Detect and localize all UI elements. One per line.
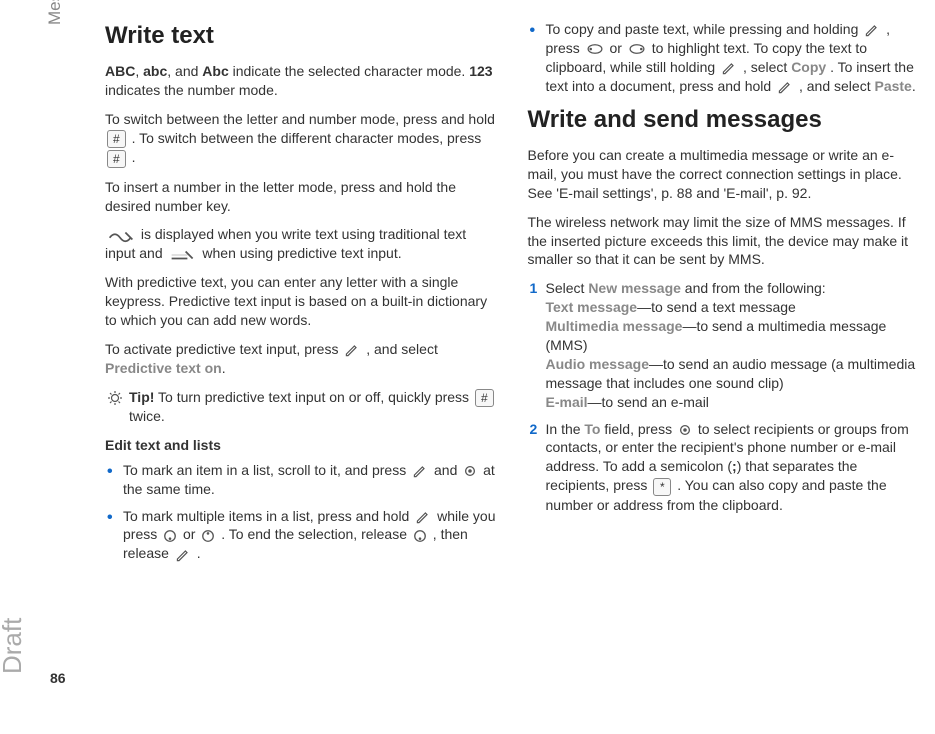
- list-item: To mark an item in a list, scroll to it,…: [105, 461, 498, 499]
- scroll-right-icon: [628, 43, 646, 55]
- star-key-icon: *: [653, 478, 671, 496]
- label-abc-title: Abc: [202, 63, 228, 79]
- para-predictive-desc: With predictive text, you can enter any …: [105, 273, 498, 330]
- section-label: Messaging: [45, 0, 65, 25]
- scroll-left-icon: [586, 43, 604, 55]
- step-item: In the To field, press to select recipie…: [528, 420, 921, 515]
- para-before-create: Before you can create a multimedia messa…: [528, 146, 921, 203]
- text: —to send an e-mail: [588, 394, 709, 410]
- pen-key-icon: [415, 509, 431, 525]
- para-activate-predictive: To activate predictive text input, press…: [105, 340, 498, 378]
- text: , and: [167, 63, 202, 79]
- text: or: [183, 526, 199, 542]
- text: To switch between the letter and number …: [105, 111, 495, 127]
- pen-key-icon: [864, 22, 880, 38]
- subhead-edit-text: Edit text and lists: [105, 436, 498, 455]
- tip-text: Tip! To turn predictive text input on or…: [129, 388, 498, 426]
- left-column: Write text ABC, abc, and Abc indicate th…: [105, 20, 498, 714]
- option-copy: Copy: [791, 59, 826, 75]
- tip-label: Tip!: [129, 389, 154, 405]
- bullet-list-copy: To copy and paste text, while pressing a…: [528, 20, 921, 96]
- text: —to send a text message: [637, 299, 796, 315]
- tip-block: Tip! To turn predictive text input on or…: [105, 388, 498, 426]
- pen-key-icon: [777, 79, 793, 95]
- text: or: [610, 40, 626, 56]
- bullet-list-edit: To mark an item in a list, scroll to it,…: [105, 461, 498, 563]
- text: To turn predictive text input on or off,…: [154, 389, 473, 405]
- text: .: [912, 78, 916, 94]
- text: , select: [743, 59, 791, 75]
- label-abc-upper: ABC: [105, 63, 135, 79]
- center-key-icon: [463, 464, 477, 478]
- predictive-input-icon: [169, 248, 197, 262]
- hash-key-icon: #: [107, 150, 126, 168]
- text: . To switch between the different charac…: [132, 130, 482, 146]
- tip-icon: [107, 390, 123, 406]
- text: .: [197, 545, 201, 561]
- text: To mark an item in a list, scroll to it,…: [123, 462, 410, 478]
- text: twice.: [129, 408, 165, 424]
- pen-key-icon: [175, 547, 191, 563]
- text: To copy and paste text, while pressing a…: [546, 21, 863, 37]
- steps-list: Select New message and from the followin…: [528, 279, 921, 514]
- option-predictive-on: Predictive text on: [105, 360, 222, 376]
- para-switch-mode: To switch between the letter and number …: [105, 110, 498, 167]
- option-paste: Paste: [874, 78, 911, 94]
- traditional-input-icon: [107, 229, 135, 243]
- text: when using predictive text input.: [202, 245, 401, 261]
- text: .: [222, 360, 226, 376]
- list-item: To mark multiple items in a list, press …: [105, 507, 498, 564]
- hash-key-icon: #: [475, 389, 494, 407]
- hash-key-icon: #: [107, 130, 126, 148]
- text: and: [434, 462, 461, 478]
- text: , and select: [366, 341, 438, 357]
- text: .: [132, 149, 136, 165]
- scroll-down-icon: [163, 529, 177, 543]
- center-key-icon: [678, 423, 692, 437]
- option-audio-message: Audio message: [546, 356, 649, 372]
- text: indicates the number mode.: [105, 82, 278, 98]
- text: indicate the selected character mode.: [229, 63, 469, 79]
- pen-key-icon: [412, 463, 428, 479]
- watermark-label: Draft: [0, 618, 28, 674]
- field-to: To: [584, 421, 600, 437]
- text: To activate predictive text input, press: [105, 341, 342, 357]
- option-multimedia-message: Multimedia message: [546, 318, 683, 334]
- text: . To end the selection, release: [221, 526, 411, 542]
- option-email: E-mail: [546, 394, 588, 410]
- heading-write-text: Write text: [105, 20, 498, 52]
- text: , and select: [799, 78, 875, 94]
- para-mms-limit: The wireless network may limit the size …: [528, 213, 921, 270]
- para-insert-number: To insert a number in the letter mode, p…: [105, 178, 498, 216]
- right-column: To copy and paste text, while pressing a…: [528, 20, 921, 714]
- text: To mark multiple items in a list, press …: [123, 508, 413, 524]
- label-abc-lower: abc: [143, 63, 167, 79]
- pen-key-icon: [344, 342, 360, 358]
- label-123: 123: [469, 63, 492, 79]
- pen-key-icon: [721, 60, 737, 76]
- side-tab: Messaging Draft 86: [0, 0, 70, 734]
- scroll-down-icon: [413, 529, 427, 543]
- content-columns: Write text ABC, abc, and Abc indicate th…: [70, 0, 935, 734]
- option-new-message: New message: [588, 280, 681, 296]
- page: Messaging Draft 86 Write text ABC, abc, …: [0, 0, 935, 734]
- list-item: To copy and paste text, while pressing a…: [528, 20, 921, 96]
- text: Select: [546, 280, 589, 296]
- text: and from the following:: [681, 280, 826, 296]
- option-text-message: Text message: [546, 299, 638, 315]
- para-input-indicators: is displayed when you write text using t…: [105, 225, 498, 263]
- page-number: 86: [50, 670, 66, 686]
- scroll-up-icon: [201, 529, 215, 543]
- para-char-modes: ABC, abc, and Abc indicate the selected …: [105, 62, 498, 100]
- text: ,: [135, 63, 143, 79]
- text: field, press: [601, 421, 676, 437]
- text: In the: [546, 421, 585, 437]
- heading-write-send: Write and send messages: [528, 104, 921, 136]
- step-item: Select New message and from the followin…: [528, 279, 921, 411]
